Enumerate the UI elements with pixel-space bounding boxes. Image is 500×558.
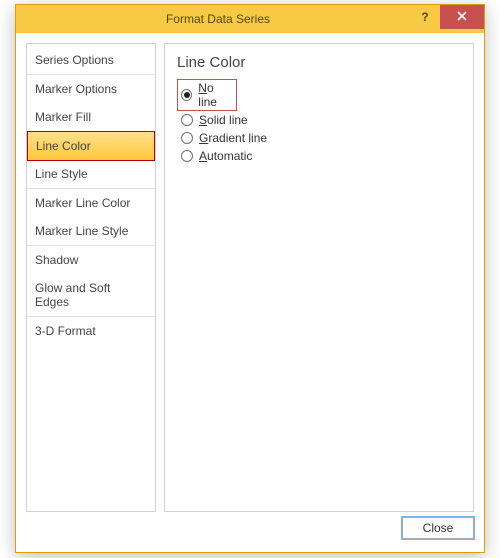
window-controls: ?: [410, 5, 484, 33]
sidebar-item-marker-options[interactable]: Marker Options: [27, 75, 155, 103]
radio-gradient-line[interactable]: Gradient line: [177, 129, 461, 147]
dialog-footer: Close: [16, 512, 484, 552]
sidebar-item-3d-format[interactable]: 3-D Format: [27, 317, 155, 345]
radio-no-line[interactable]: No line: [177, 79, 237, 111]
sidebar-item-marker-fill[interactable]: Marker Fill: [27, 103, 155, 131]
radio-solid-line[interactable]: Solid line: [177, 111, 461, 129]
sidebar-item-marker-line-style[interactable]: Marker Line Style: [27, 217, 155, 245]
close-icon: [457, 10, 467, 24]
sidebar-item-shadow[interactable]: Shadow: [27, 246, 155, 274]
radio-label: Solid line: [199, 113, 248, 127]
close-button[interactable]: [440, 5, 484, 29]
category-sidebar: Series Options Marker Options Marker Fil…: [26, 43, 156, 512]
radio-label: Automatic: [199, 149, 252, 163]
radio-label: Gradient line: [199, 131, 267, 145]
sidebar-item-glow-soft-edges[interactable]: Glow and Soft Edges: [27, 274, 155, 316]
radio-icon: [181, 132, 193, 144]
help-button[interactable]: ?: [410, 5, 440, 29]
format-data-series-dialog: Format Data Series ? Series Options Mark…: [15, 4, 485, 553]
radio-icon: [181, 89, 192, 101]
radio-icon: [181, 150, 193, 162]
sidebar-item-series-options[interactable]: Series Options: [27, 46, 155, 74]
sidebar-item-line-color[interactable]: Line Color: [27, 131, 155, 161]
radio-icon: [181, 114, 193, 126]
pane-heading: Line Color: [177, 54, 461, 71]
radio-automatic[interactable]: Automatic: [177, 147, 461, 165]
radio-label: No line: [198, 81, 233, 109]
dialog-title: Format Data Series: [26, 12, 410, 26]
close-dialog-button[interactable]: Close: [402, 517, 474, 539]
sidebar-item-marker-line-color[interactable]: Marker Line Color: [27, 189, 155, 217]
dialog-body: Series Options Marker Options Marker Fil…: [16, 33, 484, 512]
sidebar-item-line-style[interactable]: Line Style: [27, 160, 155, 188]
stage: Format Data Series ? Series Options Mark…: [0, 0, 500, 558]
titlebar[interactable]: Format Data Series ?: [16, 5, 484, 33]
options-pane: Line Color No line Solid line Gradient l…: [164, 43, 474, 512]
